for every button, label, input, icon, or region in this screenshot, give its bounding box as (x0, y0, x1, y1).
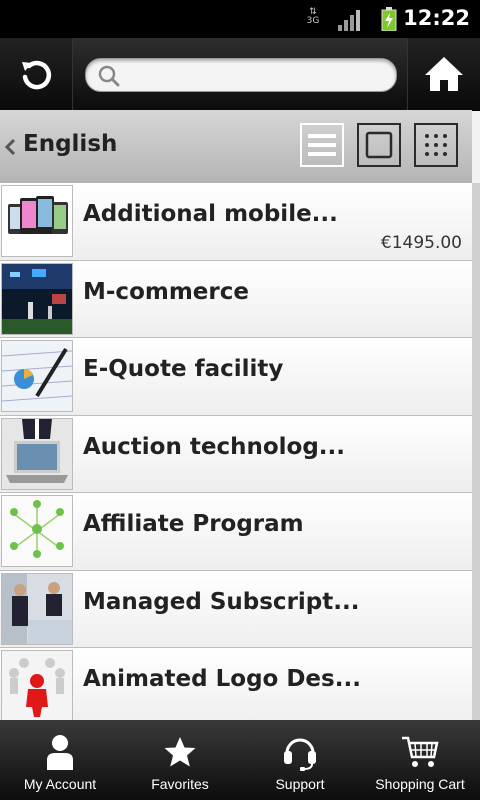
tab-favorites[interactable]: Favorites (120, 720, 240, 800)
product-title: M-commerce (83, 278, 249, 305)
product-list: Additional mobile... €1495.00 M-commerce (0, 183, 472, 726)
product-title: Additional mobile... (83, 201, 338, 227)
product-thumbnail-phones (1, 185, 73, 257)
product-title: Managed Subscript... (83, 588, 360, 615)
refresh-icon (22, 60, 52, 90)
tab-label: Shopping Cart (375, 776, 465, 792)
tab-support[interactable]: Support (240, 720, 360, 800)
product-thumbnail-subscription (1, 572, 73, 645)
headset-icon (284, 738, 316, 771)
product-price: €1495.00 (380, 233, 462, 253)
chevron-left-icon[interactable] (4, 138, 16, 156)
cart-icon (402, 736, 439, 767)
grid-view-button[interactable] (414, 123, 458, 167)
product-title: Animated Logo Des... (83, 666, 361, 692)
search-icon (98, 65, 120, 87)
product-thumbnail-affiliate (1, 495, 73, 567)
tab-label: My Account (23, 776, 97, 792)
scrollbar[interactable] (472, 183, 480, 720)
home-icon (425, 57, 463, 91)
home-button[interactable] (407, 38, 480, 110)
status-bar: ⇅ 3G 12:22 (0, 0, 480, 38)
bottom-nav: My Account Favorites Support Shopping Ca… (0, 720, 480, 800)
signal-icon (338, 9, 364, 31)
list-view-button[interactable] (300, 123, 344, 167)
list-item[interactable]: Affiliate Program (0, 493, 472, 571)
single-view-icon (365, 131, 393, 159)
search-box[interactable] (85, 58, 397, 92)
language-selector[interactable]: English (23, 131, 117, 157)
product-thumbnail-auction (1, 417, 73, 490)
product-thumbnail-logo (1, 650, 73, 722)
battery-icon (381, 7, 397, 31)
product-title: Affiliate Program (83, 511, 304, 537)
top-toolbar (0, 38, 480, 111)
list-item[interactable]: Animated Logo Des... (0, 648, 472, 726)
star-icon (164, 737, 196, 767)
tab-label: Favorites (151, 776, 209, 792)
list-item[interactable]: Auction technolog... (0, 415, 472, 493)
language-bar: English (0, 110, 472, 184)
product-thumbnail-mcommerce (1, 262, 73, 335)
refresh-button[interactable] (0, 38, 73, 110)
tab-shopping-cart[interactable]: Shopping Cart (360, 720, 480, 800)
list-item[interactable]: E-Quote facility (0, 338, 472, 416)
tab-label: Support (275, 776, 325, 792)
product-title: Auction technolog... (83, 433, 346, 460)
search-input[interactable] (124, 63, 388, 87)
person-icon (47, 735, 73, 770)
clock: 12:22 (403, 6, 470, 30)
list-item[interactable]: Additional mobile... €1495.00 (0, 183, 472, 261)
product-title: E-Quote facility (83, 356, 284, 382)
list-item[interactable]: M-commerce (0, 260, 472, 338)
list-item[interactable]: Managed Subscript... (0, 570, 472, 648)
grid-view-icon (425, 134, 447, 156)
list-view-icon (308, 134, 336, 156)
single-view-button[interactable] (357, 123, 401, 167)
tab-my-account[interactable]: My Account (0, 720, 120, 800)
product-thumbnail-quote (1, 340, 73, 412)
network-3g-icon: ⇅ 3G (306, 7, 320, 26)
